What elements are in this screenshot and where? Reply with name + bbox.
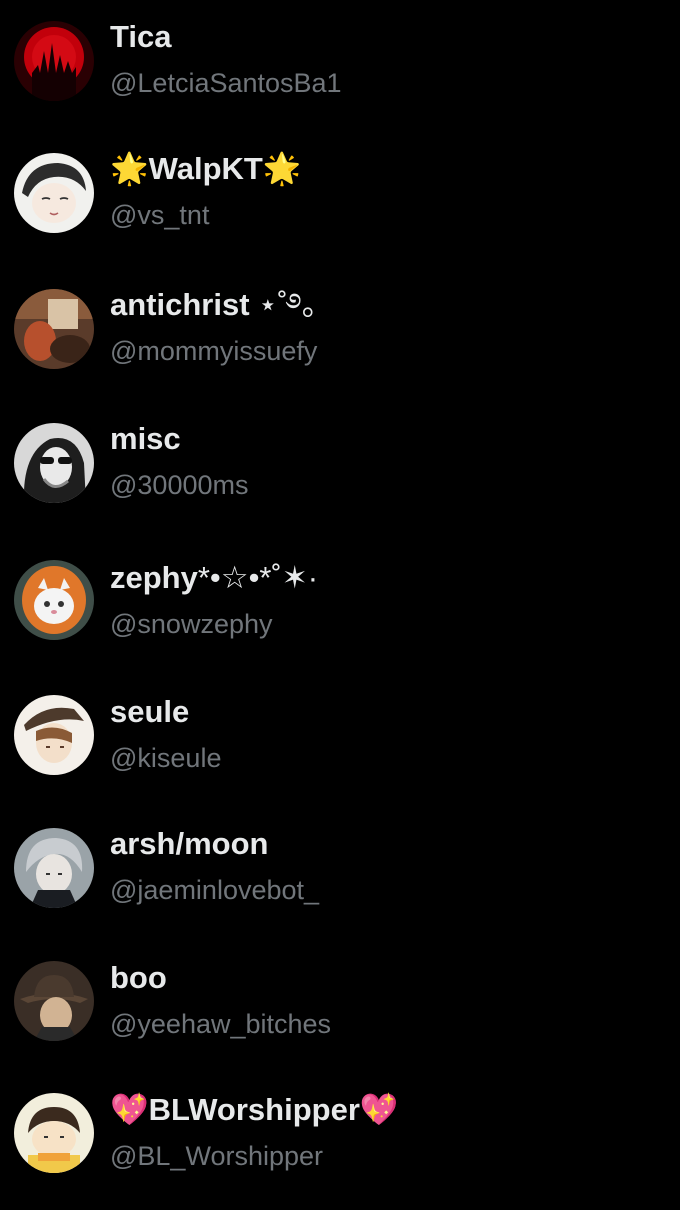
handle: @jaeminlovebot_	[110, 875, 320, 905]
account-row[interactable]: Tica @LetciaSantosBa1	[0, 17, 680, 137]
fedora-man-avatar[interactable]	[14, 961, 94, 1041]
handle: @kiseule	[110, 743, 222, 773]
display-name: antichrist ⋆˚࿔。	[110, 285, 333, 325]
handle: @snowzephy	[110, 609, 273, 639]
glowing-star-icon: 🌟	[110, 151, 149, 186]
display-name: 💖BLWorshipper💖	[110, 1090, 399, 1130]
handle: @mommyissuefy	[110, 336, 318, 366]
handle: @BL_Worshipper	[110, 1141, 324, 1171]
sparkling-heart-icon: 💖	[359, 1092, 399, 1127]
sunglasses-portrait-avatar[interactable]	[14, 423, 94, 503]
display-name: Tica	[110, 19, 172, 54]
white-cat-orange-hood-avatar[interactable]	[14, 560, 94, 640]
display-name: misc	[110, 421, 181, 456]
account-row[interactable]: 💖BLWorshipper💖 @BL_Worshipper	[0, 1090, 680, 1210]
display-name-text: antichrist	[110, 287, 250, 322]
anime-hat-character-avatar[interactable]	[14, 695, 94, 775]
handle: @vs_tnt	[110, 200, 210, 230]
display-name: 🌟WalpKT🌟	[110, 149, 301, 189]
chibi-boy-avatar[interactable]	[14, 1093, 94, 1173]
display-name: seule	[110, 694, 190, 729]
glowing-star-icon: 🌟	[262, 151, 302, 186]
name-decoration: *•☆•*˚✶·	[197, 560, 319, 595]
sparkling-heart-icon: 💖	[110, 1092, 149, 1127]
account-row[interactable]: 🌟WalpKT🌟 @vs_tnt	[0, 149, 680, 269]
grey-haired-character-avatar[interactable]	[14, 828, 94, 908]
account-row[interactable]: boo @yeehaw_bitches	[0, 958, 680, 1078]
account-list: Tica @LetciaSantosBa1 🌟WalpKT🌟 @vs_tnt a…	[0, 0, 680, 1200]
warm-toned-room-avatar[interactable]	[14, 289, 94, 369]
handle: @LetciaSantosBa1	[110, 68, 342, 98]
display-name-text: WalpKT	[148, 151, 263, 186]
sleeping-anime-boy-avatar[interactable]	[14, 153, 94, 233]
display-name: boo	[110, 960, 167, 995]
display-name-text: zephy	[110, 560, 198, 595]
display-name: zephy*•☆•*˚✶·	[110, 558, 318, 598]
account-row[interactable]: arsh/moon @jaeminlovebot_	[0, 824, 680, 944]
red-moon-castle-avatar[interactable]	[14, 21, 94, 101]
display-name: arsh/moon	[110, 826, 269, 861]
account-row[interactable]: seule @kiseule	[0, 692, 680, 812]
account-row[interactable]: zephy*•☆•*˚✶· @snowzephy	[0, 558, 680, 678]
handle: @yeehaw_bitches	[110, 1009, 332, 1039]
display-name-text: BLWorshipper	[148, 1092, 360, 1127]
name-decoration: ⋆˚࿔。	[249, 287, 333, 322]
handle: @30000ms	[110, 470, 249, 500]
account-row[interactable]: misc @30000ms	[0, 419, 680, 539]
account-row[interactable]: antichrist ⋆˚࿔。 @mommyissuefy	[0, 285, 680, 405]
